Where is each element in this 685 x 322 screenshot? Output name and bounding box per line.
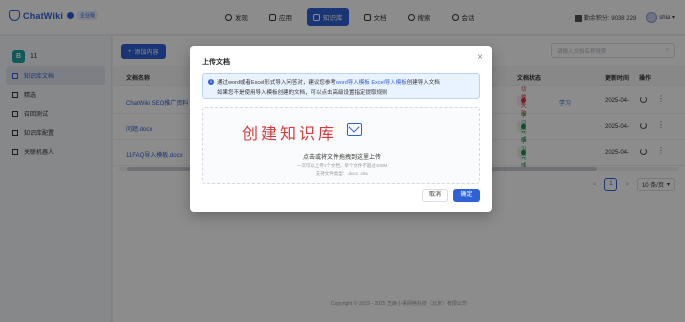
alert-line-1: 通过word或者Excel形式导入问答对，建议您参考word导入模板 Excel… [217,80,440,86]
confirm-button[interactable]: 确定 [453,189,480,202]
alert-line-2: 如果您不是使用导入模板创建的文档，可以点击高级设置指定提取规则 [217,90,388,96]
dropzone-hint-limit: 一次可以上传1个文档，单个文件不超过100M [296,163,388,168]
dropzone-title: 创建知识库 [241,124,337,143]
info-icon: i [208,79,214,85]
dialog-title: 上传文档 [202,59,230,66]
word-template-link[interactable]: word导入模板 [336,80,370,86]
upload-dropzone[interactable]: 创建知识库 点击或将文件拖拽到这里上传 一次可以上传1个文档，单个文件不超过10… [202,107,480,184]
cancel-button[interactable]: 取消 [422,189,448,202]
inbox-icon [347,123,362,136]
excel-template-link[interactable]: Excel导入模板 [371,80,406,86]
info-alert: i 通过word或者Excel形式导入问答对，建议您参考word导入模板 Exc… [202,73,480,99]
dropzone-main-text: 点击或将文件拖拽到这里上传 [302,155,381,161]
dropzone-hint-types: 支持文件类型：.docx .xlsx [315,171,369,176]
upload-dialog: 上传文档 × i 通过word或者Excel形式导入问答对，建议您参考word导… [190,46,492,212]
close-icon[interactable]: × [477,53,483,63]
